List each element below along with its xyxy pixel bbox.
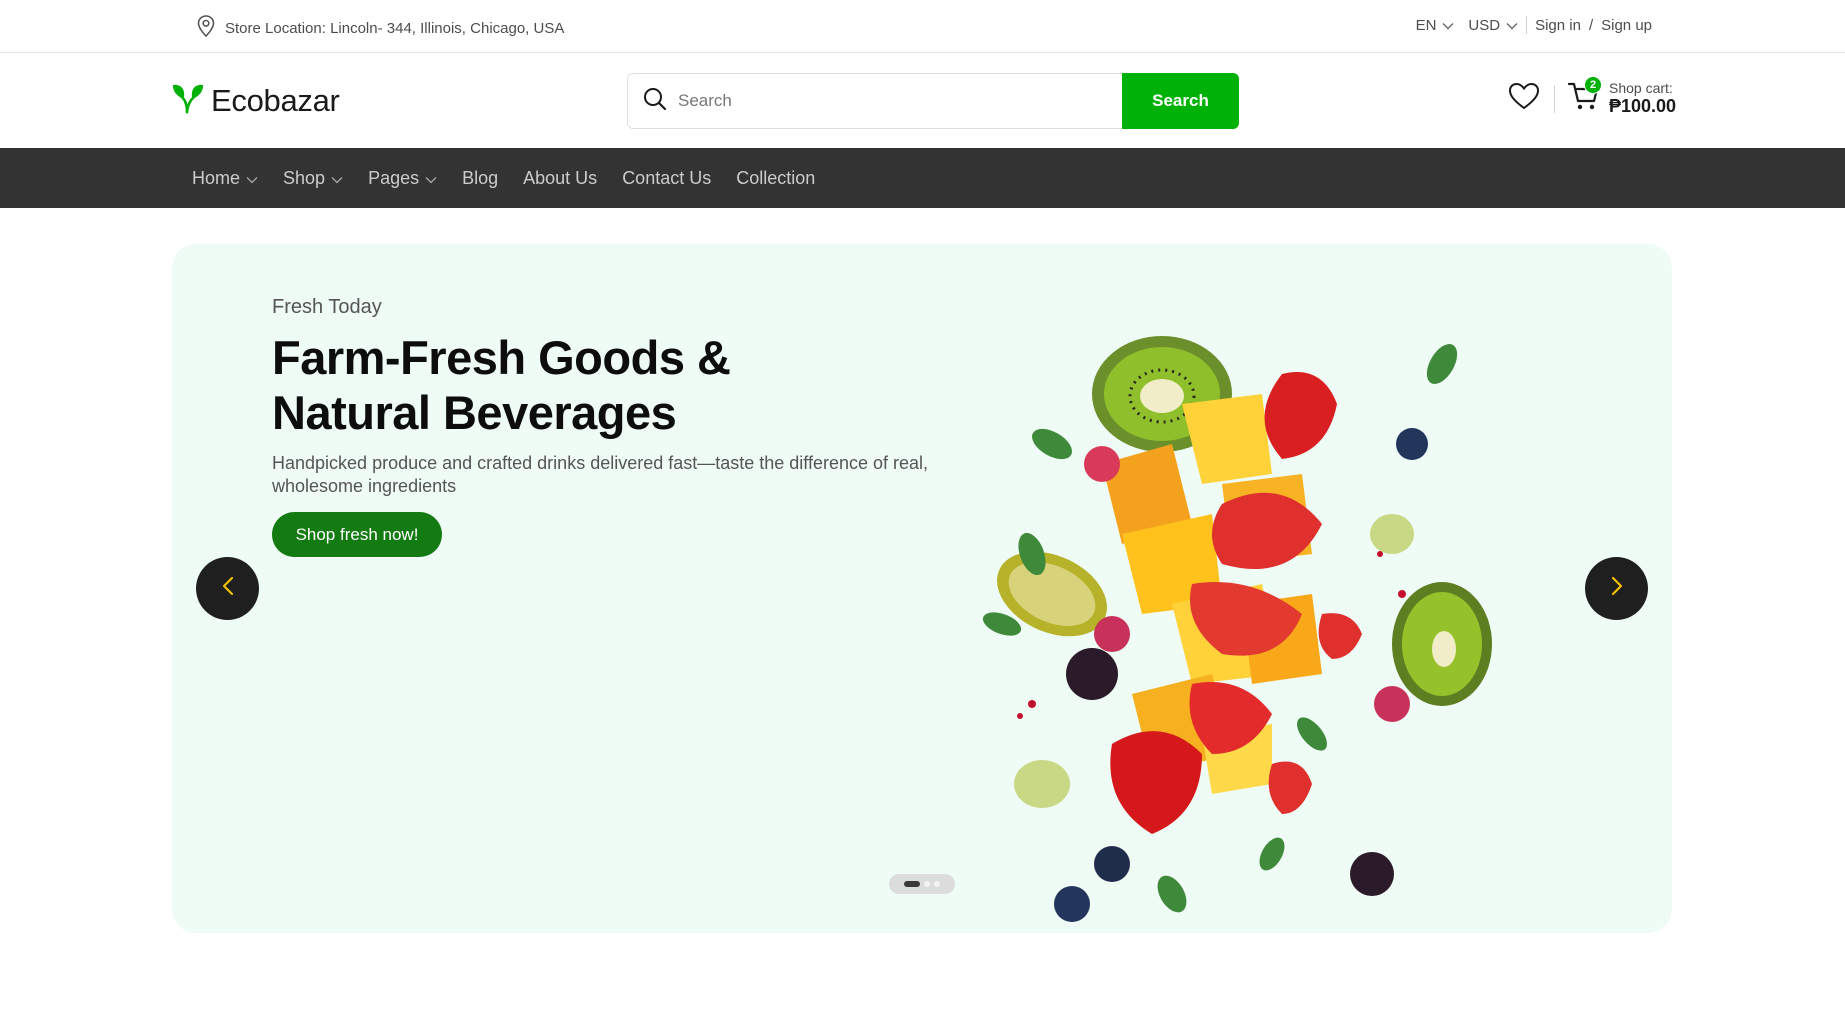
store-location: Store Location: Lincoln- 344, Illinois, … [195,14,564,42]
map-pin-icon [195,14,217,42]
language-value: EN [1415,16,1437,34]
currency-value: USD [1468,16,1501,34]
slider-dot[interactable] [904,881,920,887]
slider-next-button[interactable] [1585,557,1648,620]
cart-label: Shop cart: [1609,80,1673,97]
chevron-left-icon [221,576,235,601]
nav-item-label: Home [192,167,241,188]
fruit-splash-image [982,336,1492,922]
nav-item-blog[interactable]: Blog [462,168,498,189]
chevron-down-icon [425,168,437,189]
nav-item-home[interactable]: Home [192,168,258,189]
main-nav: Home Shop Pages Blog About Us Contact Us… [0,148,1845,208]
chevron-down-icon [1506,17,1518,34]
header: Ecobazar Search 2 Shop cart: ₱100.00 [0,54,1845,148]
nav-item-contact-us[interactable]: Contact Us [622,168,711,189]
search-bar: Search [627,73,1239,129]
slider-prev-button[interactable] [196,557,259,620]
shop-cart[interactable]: 2 Shop cart: ₱100.00 [1567,76,1677,117]
slider-dot[interactable] [934,881,940,887]
logo-text: Ecobazar [211,82,340,118]
logo[interactable]: Ecobazar [171,82,340,119]
store-location-text: Store Location: Lincoln- 344, Illinois, … [225,19,565,37]
chevron-down-icon [1442,17,1454,34]
nav-item-about-us[interactable]: About Us [523,168,597,189]
hero-title: Farm-Fresh Goods & Natural Beverages [272,330,832,440]
shop-fresh-button[interactable]: Shop fresh now! [272,512,442,557]
slider-dots [889,874,955,894]
top-bar: Store Location: Lincoln- 344, Illinois, … [0,0,1845,53]
sign-up-link[interactable]: Sign up [1601,17,1652,34]
hero-title-line2: Natural Beverages [272,386,677,439]
divider [1554,84,1555,113]
nav-item-pages[interactable]: Pages [368,168,437,189]
search-button[interactable]: Search [1122,73,1239,129]
currency-select[interactable]: USD [1468,17,1518,34]
chevron-down-icon [246,168,258,189]
search-icon [642,86,668,117]
hero-slider: Fresh Today Farm-Fresh Goods & Natural B… [172,244,1672,933]
nav-item-label: Shop [283,167,326,188]
auth-divider: / [1588,16,1594,34]
slider-dot[interactable] [924,881,930,887]
cart-count-badge: 2 [1584,76,1602,94]
nav-item-collection[interactable]: Collection [736,168,815,189]
cart-total: ₱100.00 [1609,96,1677,117]
nav-item-label: Pages [368,167,420,188]
divider [1526,16,1528,34]
hero-description: Handpicked produce and crafted drinks de… [272,453,929,496]
language-select[interactable]: EN [1416,17,1455,34]
wishlist-heart-icon[interactable] [1508,81,1540,116]
search-input[interactable] [678,91,1122,111]
chevron-down-icon [331,168,343,189]
chevron-right-icon [1610,576,1624,601]
leaf-logo-icon [171,82,205,119]
hero-title-line1: Farm-Fresh Goods & [272,331,731,384]
search-field[interactable] [627,73,1122,129]
hero-eyebrow: Fresh Today [272,296,382,318]
sign-in-link[interactable]: Sign in [1535,17,1581,34]
nav-item-shop[interactable]: Shop [283,168,343,189]
